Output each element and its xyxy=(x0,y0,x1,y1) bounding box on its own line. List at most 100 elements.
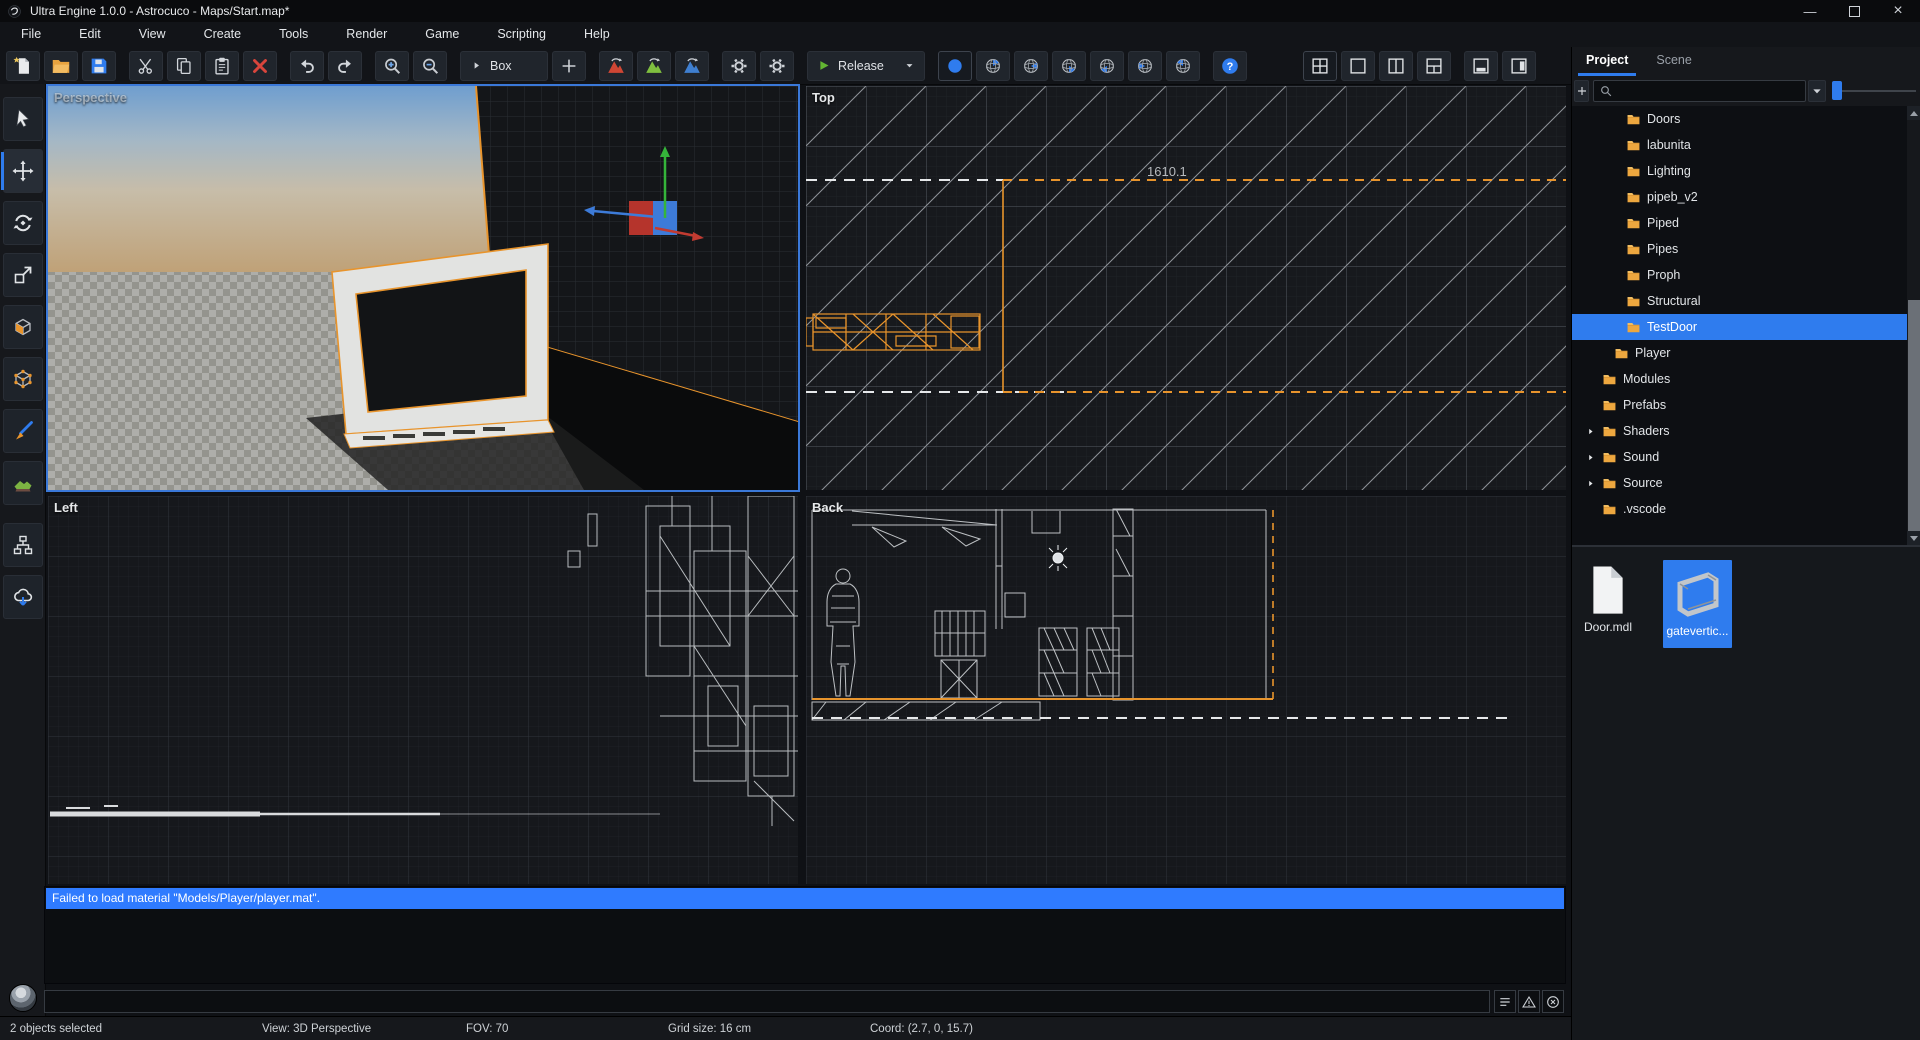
expand-icon[interactable] xyxy=(1585,478,1595,488)
terrain-red-button[interactable] xyxy=(599,50,633,81)
tree-item-structural[interactable]: Structural xyxy=(1572,288,1907,314)
tree-item-player[interactable]: Player xyxy=(1572,340,1907,366)
scrollbar-thumb[interactable] xyxy=(1908,300,1920,531)
delete-button[interactable] xyxy=(243,50,277,81)
menu-game[interactable]: Game xyxy=(406,22,478,47)
layout-quad-button[interactable] xyxy=(1303,50,1337,81)
help-button[interactable]: ? xyxy=(1213,50,1247,81)
tree-item-prefabs[interactable]: Prefabs xyxy=(1572,392,1907,418)
render-mode-6-button[interactable] xyxy=(1128,50,1162,81)
terrain-blue-button[interactable] xyxy=(675,50,709,81)
terrain-tool[interactable] xyxy=(3,461,43,505)
open-map-button[interactable] xyxy=(44,50,78,81)
tree-item-source[interactable]: Source xyxy=(1572,470,1907,496)
menu-create[interactable]: Create xyxy=(185,22,261,47)
render-mode-7-button[interactable] xyxy=(1166,50,1200,81)
maximize-button[interactable] xyxy=(1832,0,1876,22)
zoom-out-button[interactable] xyxy=(413,50,447,81)
primitive-dropdown-label: Box xyxy=(490,58,512,73)
terrain-green-button[interactable] xyxy=(637,50,671,81)
hierarchy-tool[interactable] xyxy=(3,523,43,567)
thumbnail-size-slider[interactable] xyxy=(1832,81,1842,100)
add-primitive-button[interactable] xyxy=(552,50,586,81)
primitive-dropdown[interactable]: Box xyxy=(460,50,548,81)
log-list-button[interactable] xyxy=(1494,990,1516,1013)
add-asset-button[interactable] xyxy=(1574,80,1589,102)
tree-item-pipeb-v2[interactable]: pipeb_v2 xyxy=(1572,184,1907,210)
expand-icon[interactable] xyxy=(1585,452,1595,462)
toggle-console-panel-button[interactable] xyxy=(1464,50,1498,81)
menu-scripting[interactable]: Scripting xyxy=(478,22,565,47)
cut-button[interactable] xyxy=(129,50,163,81)
menu-help[interactable]: Help xyxy=(565,22,629,47)
face-select-tool[interactable] xyxy=(3,305,43,349)
tree-item-doors[interactable]: Doors xyxy=(1572,106,1907,132)
tree-item-sound[interactable]: Sound xyxy=(1572,444,1907,470)
toggle-side-panel-button[interactable] xyxy=(1502,50,1536,81)
scroll-up-button[interactable] xyxy=(1907,106,1920,120)
log-warnings-button[interactable] xyxy=(1518,990,1540,1013)
tree-item-testdoor[interactable]: TestDoor xyxy=(1572,314,1907,340)
rotate-tool[interactable] xyxy=(3,201,43,245)
redo-button[interactable] xyxy=(328,50,362,81)
tab-scene[interactable]: Scene xyxy=(1642,47,1705,76)
scroll-down-button[interactable] xyxy=(1907,531,1920,545)
user-avatar[interactable] xyxy=(9,984,37,1012)
sphere-3-icon xyxy=(1058,55,1080,77)
file-door-mdl[interactable]: Door.mdl xyxy=(1579,560,1637,648)
menu-view[interactable]: View xyxy=(120,22,185,47)
file-gatevertic-[interactable]: gatevertic... xyxy=(1663,560,1732,648)
console-command-input[interactable] xyxy=(44,990,1490,1013)
paint-tool[interactable] xyxy=(3,409,43,453)
run-dropdown[interactable]: Release xyxy=(807,50,925,81)
tree-item-piped[interactable]: Piped xyxy=(1572,210,1907,236)
download-tool[interactable] xyxy=(3,575,43,619)
tree-item-proph[interactable]: Proph xyxy=(1572,262,1907,288)
menu-edit[interactable]: Edit xyxy=(60,22,120,47)
save-map-button[interactable] xyxy=(82,50,116,81)
paste-button[interactable] xyxy=(205,50,239,81)
render-mode-solid-button[interactable] xyxy=(938,50,972,81)
layout-vsplit-button[interactable] xyxy=(1379,50,1413,81)
console-log[interactable]: Failed to load material "Models/Player/p… xyxy=(44,886,1566,984)
tree-item-labunita[interactable]: labunita xyxy=(1572,132,1907,158)
object-select-tool[interactable] xyxy=(3,357,43,401)
tree-item-lighting[interactable]: Lighting xyxy=(1572,158,1907,184)
asset-search-input[interactable] xyxy=(1614,81,1805,101)
app-logo-icon xyxy=(7,4,22,19)
menu-file[interactable]: File xyxy=(2,22,60,47)
move-tool[interactable] xyxy=(1,149,43,193)
render-mode-2-button[interactable] xyxy=(976,50,1010,81)
tree-item-pipes[interactable]: Pipes xyxy=(1572,236,1907,262)
undo-button[interactable] xyxy=(290,50,324,81)
tree-item--vscode[interactable]: .vscode xyxy=(1572,496,1907,522)
tree-item-shaders[interactable]: Shaders xyxy=(1572,418,1907,444)
viewport-top[interactable]: 1610.1 Top xyxy=(806,86,1566,490)
scale-tool[interactable] xyxy=(3,253,43,297)
viewport-back[interactable]: Back xyxy=(806,496,1566,884)
render-mode-5-button[interactable] xyxy=(1090,50,1124,81)
layout-single-button[interactable] xyxy=(1341,50,1375,81)
zoom-in-button[interactable] xyxy=(375,50,409,81)
build-settings-button[interactable] xyxy=(760,50,794,81)
viewport-perspective[interactable]: Perspective xyxy=(48,86,798,490)
render-mode-3-button[interactable] xyxy=(1014,50,1048,81)
tree-scrollbar[interactable] xyxy=(1907,106,1920,545)
copy-button[interactable] xyxy=(167,50,201,81)
viewport-left[interactable]: Left xyxy=(48,496,798,884)
log-clear-button[interactable] xyxy=(1542,990,1564,1013)
search-filter-dropdown[interactable] xyxy=(1808,80,1826,102)
close-button[interactable]: × xyxy=(1876,0,1920,22)
expand-icon[interactable] xyxy=(1585,426,1595,436)
render-mode-4-button[interactable] xyxy=(1052,50,1086,81)
select-tool[interactable] xyxy=(3,97,43,141)
new-map-button[interactable] xyxy=(6,50,40,81)
tree-item-modules[interactable]: Modules xyxy=(1572,366,1907,392)
menu-render[interactable]: Render xyxy=(327,22,406,47)
layout-tsplit-button[interactable] xyxy=(1417,50,1451,81)
menu-tools[interactable]: Tools xyxy=(260,22,327,47)
minimize-button[interactable]: — xyxy=(1788,0,1832,22)
settings-button[interactable] xyxy=(722,50,756,81)
tab-project[interactable]: Project xyxy=(1572,47,1642,76)
console-message[interactable]: Failed to load material "Models/Player/p… xyxy=(46,888,1564,909)
